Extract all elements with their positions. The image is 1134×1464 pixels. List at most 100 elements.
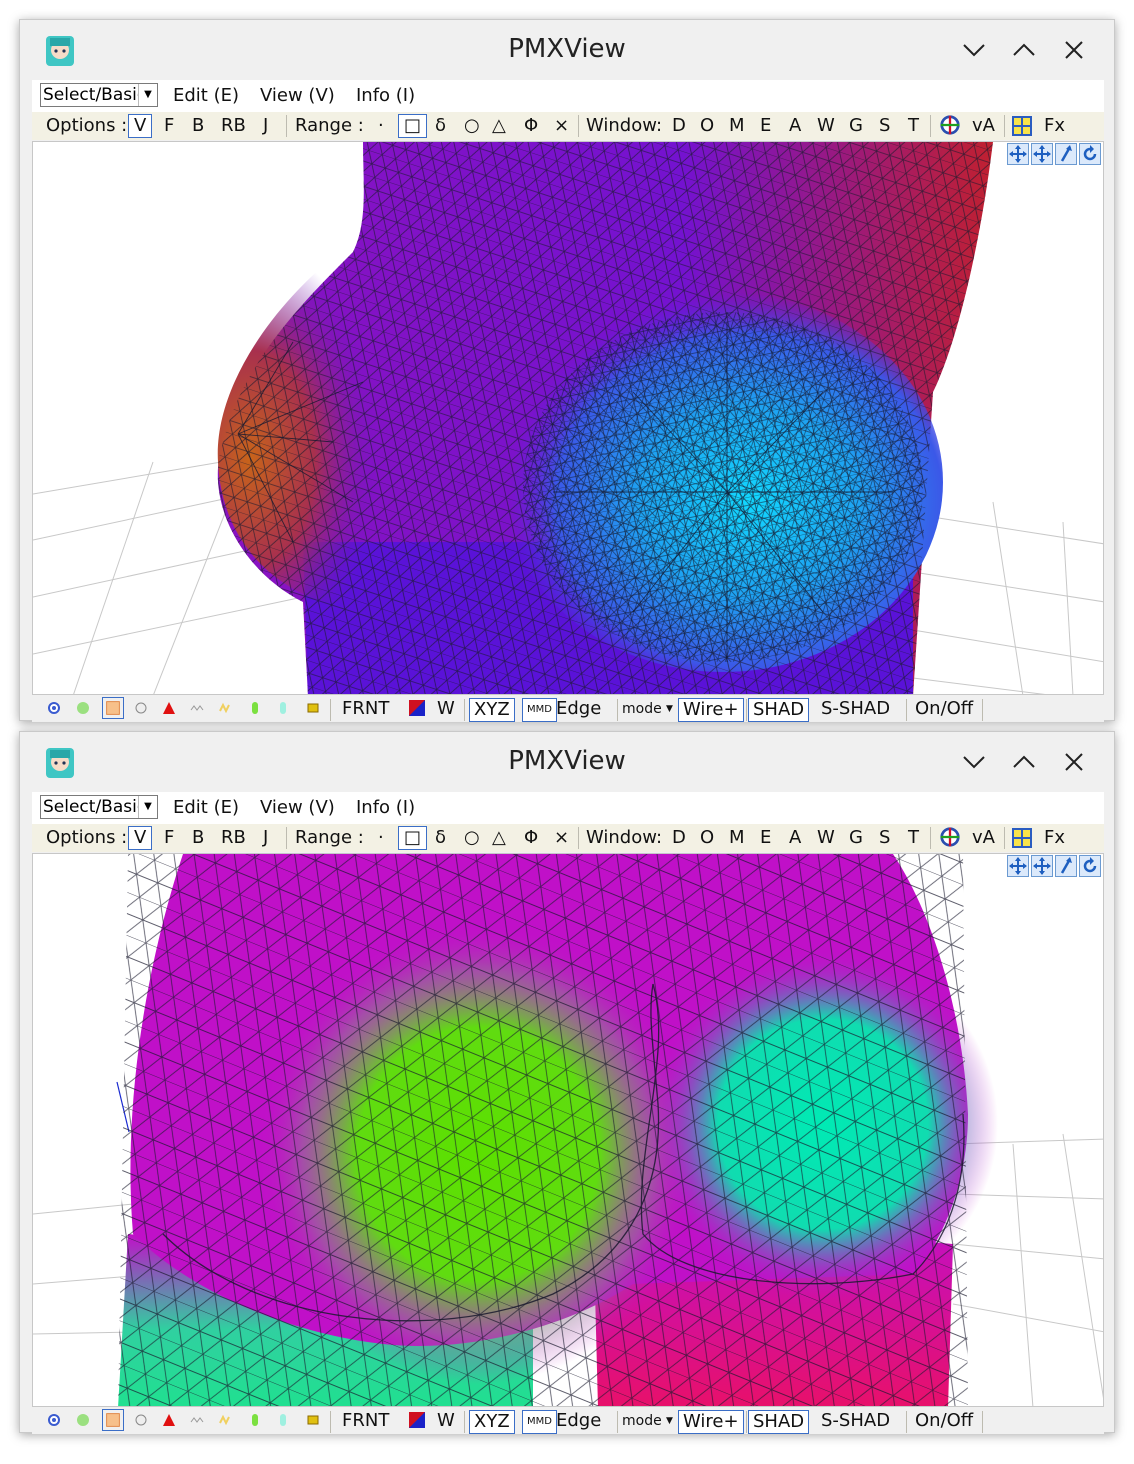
wire-icon[interactable] bbox=[190, 701, 204, 715]
range-box[interactable]: □ bbox=[398, 114, 428, 138]
range-circle[interactable]: ○ bbox=[464, 115, 480, 137]
window-t[interactable]: T bbox=[908, 115, 919, 137]
mode-select[interactable]: Select/Basic ▼ bbox=[40, 83, 158, 107]
window-m[interactable]: M bbox=[729, 827, 745, 849]
window-d[interactable]: D bbox=[672, 115, 686, 137]
range-delta[interactable]: δ bbox=[435, 827, 446, 849]
on-off-button[interactable]: On/Off bbox=[915, 698, 973, 720]
frnt-button[interactable]: FRNT bbox=[342, 698, 389, 720]
edge-button[interactable]: Edge bbox=[556, 698, 601, 720]
capsule-icon[interactable] bbox=[248, 701, 262, 715]
va-button[interactable]: vA bbox=[972, 115, 995, 137]
range-box[interactable]: □ bbox=[398, 826, 428, 850]
option-rb[interactable]: RB bbox=[221, 115, 246, 137]
mode-select[interactable]: mode bbox=[622, 1410, 662, 1432]
vertex-mode-icon[interactable] bbox=[47, 1413, 61, 1427]
s-shad-button[interactable]: S-SHAD bbox=[821, 698, 890, 720]
range-phi[interactable]: Φ bbox=[524, 115, 538, 137]
edge-button[interactable]: Edge bbox=[556, 1410, 601, 1432]
mode-dropdown-icon[interactable]: ▼ bbox=[666, 1410, 673, 1432]
xyz-button[interactable]: XYZ bbox=[469, 1410, 515, 1434]
mmd-button[interactable]: MMD bbox=[522, 1410, 557, 1434]
window-t[interactable]: T bbox=[908, 827, 919, 849]
fx-button[interactable]: Fx bbox=[1044, 115, 1065, 137]
window-s[interactable]: S bbox=[879, 115, 890, 137]
chevron-up-icon[interactable] bbox=[1008, 746, 1040, 778]
option-j[interactable]: J bbox=[263, 827, 268, 849]
xyz-button[interactable]: XYZ bbox=[469, 698, 515, 722]
range-point[interactable]: · bbox=[378, 115, 384, 137]
rotate-icon[interactable] bbox=[1079, 855, 1101, 877]
range-circle[interactable]: ○ bbox=[464, 827, 480, 849]
triangle-icon[interactable] bbox=[162, 701, 176, 715]
wire-plus-button[interactable]: Wire+ bbox=[678, 698, 744, 722]
move-icon[interactable] bbox=[1031, 143, 1053, 165]
rotate-icon[interactable] bbox=[1079, 143, 1101, 165]
pan-icon[interactable] bbox=[1007, 855, 1029, 877]
material-icon[interactable] bbox=[76, 1413, 90, 1427]
range-triangle[interactable]: △ bbox=[492, 115, 506, 137]
menu-edit[interactable]: Edit (E) bbox=[173, 797, 239, 818]
window-d[interactable]: D bbox=[672, 827, 686, 849]
color-swatch-icon[interactable] bbox=[409, 1412, 425, 1428]
window-w[interactable]: W bbox=[817, 827, 835, 849]
bone-icon[interactable] bbox=[134, 701, 148, 715]
option-f[interactable]: F bbox=[164, 827, 174, 849]
option-v[interactable]: V bbox=[128, 826, 153, 850]
fx-button[interactable]: Fx bbox=[1044, 827, 1065, 849]
3d-viewport[interactable] bbox=[32, 141, 1104, 695]
w-button[interactable]: W bbox=[437, 698, 455, 720]
option-rb[interactable]: RB bbox=[221, 827, 246, 849]
window-a[interactable]: A bbox=[789, 115, 801, 137]
capsule-icon[interactable] bbox=[248, 1413, 262, 1427]
option-b[interactable]: B bbox=[192, 115, 204, 137]
on-off-button[interactable]: On/Off bbox=[915, 1410, 973, 1432]
grid-window-icon[interactable] bbox=[1012, 115, 1032, 137]
frnt-button[interactable]: FRNT bbox=[342, 1410, 389, 1432]
range-phi[interactable]: Φ bbox=[524, 827, 538, 849]
window-w[interactable]: W bbox=[817, 115, 835, 137]
window-a[interactable]: A bbox=[789, 827, 801, 849]
mmd-button[interactable]: MMD bbox=[522, 698, 557, 722]
zoom-icon[interactable] bbox=[1055, 855, 1077, 877]
vertex-mode-icon[interactable] bbox=[47, 701, 61, 715]
chevron-up-icon[interactable] bbox=[1008, 34, 1040, 66]
pan-icon[interactable] bbox=[1007, 143, 1029, 165]
option-j[interactable]: J bbox=[263, 115, 268, 137]
window-g[interactable]: G bbox=[849, 827, 863, 849]
shade-icon[interactable] bbox=[218, 701, 232, 715]
color-swatch-icon[interactable] bbox=[409, 700, 425, 716]
option-f[interactable]: F bbox=[164, 115, 174, 137]
wire-icon[interactable] bbox=[190, 1413, 204, 1427]
rigid-icon[interactable] bbox=[276, 701, 290, 715]
grid-window-icon[interactable] bbox=[1012, 827, 1032, 849]
option-b[interactable]: B bbox=[192, 827, 204, 849]
dropdown-arrow-icon[interactable]: ▼ bbox=[138, 84, 157, 106]
chevron-down-icon[interactable] bbox=[958, 34, 990, 66]
range-point[interactable]: · bbox=[378, 827, 384, 849]
zoom-icon[interactable] bbox=[1055, 143, 1077, 165]
texture-icon[interactable] bbox=[102, 697, 124, 719]
move-icon[interactable] bbox=[1031, 855, 1053, 877]
option-v[interactable]: V bbox=[128, 114, 153, 138]
rigid-icon[interactable] bbox=[276, 1413, 290, 1427]
menu-view[interactable]: View (V) bbox=[260, 797, 335, 818]
close-icon[interactable] bbox=[1058, 746, 1090, 778]
shade-icon[interactable] bbox=[218, 1413, 232, 1427]
range-cross[interactable]: × bbox=[554, 115, 569, 137]
menu-edit[interactable]: Edit (E) bbox=[173, 85, 239, 106]
joint-icon[interactable] bbox=[306, 1413, 320, 1427]
joint-icon[interactable] bbox=[306, 701, 320, 715]
mode-dropdown-icon[interactable]: ▼ bbox=[666, 698, 673, 720]
window-m[interactable]: M bbox=[729, 115, 745, 137]
window-o[interactable]: O bbox=[700, 115, 714, 137]
triangle-icon[interactable] bbox=[162, 1413, 176, 1427]
window-e[interactable]: E bbox=[760, 827, 771, 849]
chevron-down-icon[interactable] bbox=[958, 746, 990, 778]
axis-color-icon[interactable] bbox=[938, 114, 962, 136]
shad-button[interactable]: SHAD bbox=[748, 1410, 810, 1434]
material-icon[interactable] bbox=[76, 701, 90, 715]
window-g[interactable]: G bbox=[849, 115, 863, 137]
dropdown-arrow-icon[interactable]: ▼ bbox=[138, 796, 157, 818]
va-button[interactable]: vA bbox=[972, 827, 995, 849]
